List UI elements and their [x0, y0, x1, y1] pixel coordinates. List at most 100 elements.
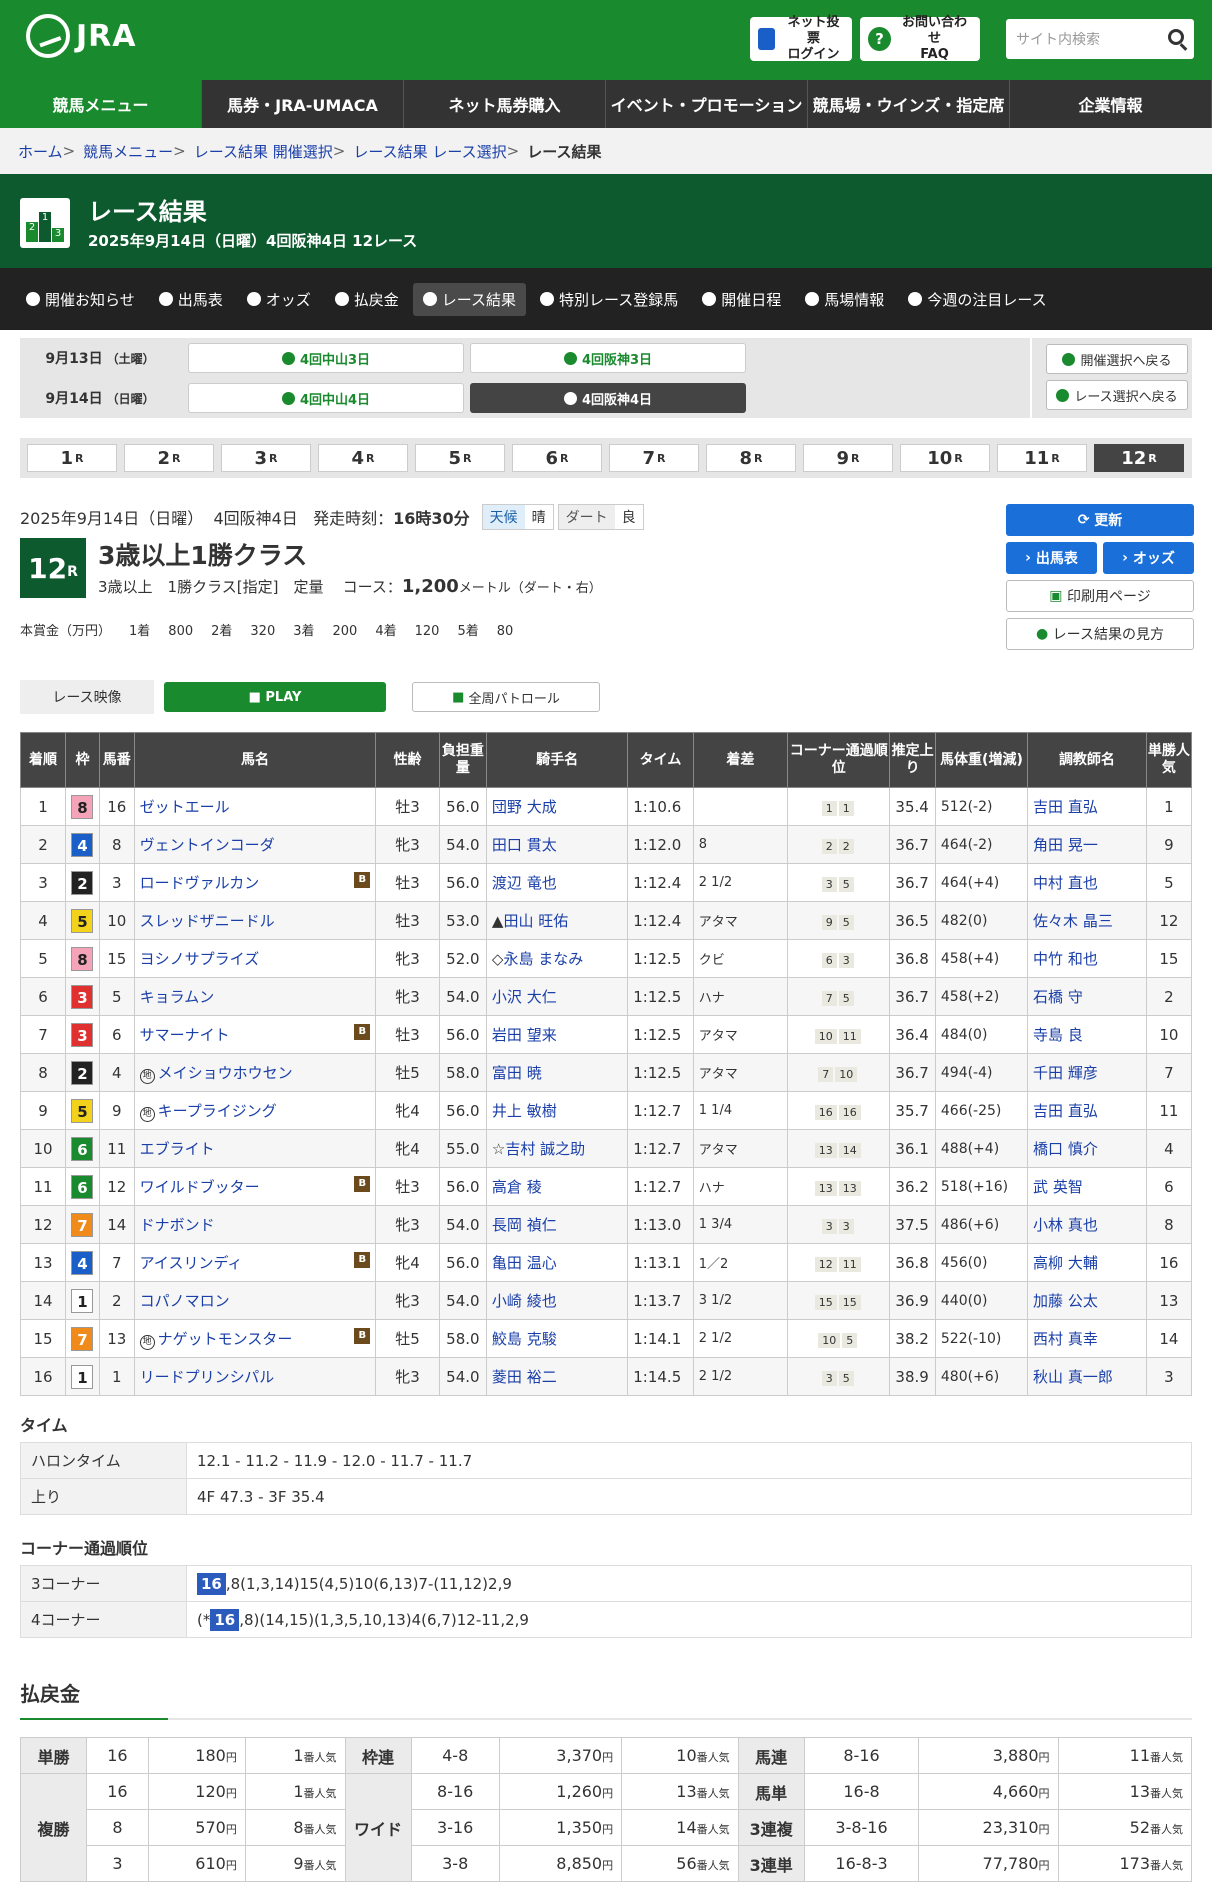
jockey-link[interactable]: 田口 貫太 [492, 836, 557, 854]
tab-item[interactable]: 今週の注目レース [898, 283, 1056, 316]
meet-button[interactable]: 4回中山3日 [188, 343, 464, 373]
back-to-race-button[interactable]: レース選択へ戻る [1046, 380, 1188, 410]
breadcrumb-item[interactable]: レース結果 開催選択 [194, 141, 333, 162]
horse-name-link[interactable]: リードプリンシパル [140, 1368, 275, 1386]
faq-button[interactable]: ? お問い合わせ FAQ [860, 15, 980, 62]
jockey-link[interactable]: 吉村 誠之助 [505, 1140, 585, 1158]
horse-name-link[interactable]: コパノマロン [140, 1292, 230, 1310]
jockey-link[interactable]: 団野 大成 [492, 798, 557, 816]
trainer-link[interactable]: 西村 真幸 [1033, 1330, 1098, 1348]
horse-name-link[interactable]: サマーナイト [140, 1026, 230, 1044]
tab-item[interactable]: レース結果 [412, 282, 527, 316]
trainer-link[interactable]: 佐々木 晶三 [1033, 912, 1113, 930]
race-11-button[interactable]: 11 R [997, 444, 1087, 472]
jockey-link[interactable]: 菱田 裕二 [492, 1368, 557, 1386]
trainer-link[interactable]: 中竹 和也 [1033, 950, 1098, 968]
tab-item[interactable]: 払戻金 [325, 283, 409, 316]
gnav-item[interactable]: ネット馬券購入 [404, 80, 606, 128]
trainer-link[interactable]: 小林 真也 [1033, 1216, 1098, 1234]
breadcrumb-item[interactable]: 競馬メニュー [83, 141, 173, 162]
race-4-button[interactable]: 4R [318, 444, 408, 472]
meet-button[interactable]: 4回阪神4日 [470, 383, 746, 413]
jockey-link[interactable]: 岩田 望来 [492, 1026, 557, 1044]
horse-name-link[interactable]: キープライジング [158, 1102, 277, 1120]
race-1-button[interactable]: 1R [27, 444, 117, 472]
odds-button[interactable]: › オッズ [1103, 542, 1194, 574]
gnav-item[interactable]: 競馬メニュー [0, 80, 202, 128]
trainer-link[interactable]: 武 英智 [1033, 1178, 1083, 1196]
trainer-link[interactable]: 橋口 慎介 [1033, 1140, 1098, 1158]
tab-item[interactable]: 開催日程 [692, 283, 791, 316]
tab-item[interactable]: 馬場情報 [795, 283, 894, 316]
jockey-link[interactable]: 永島 まなみ [503, 950, 583, 968]
race-2-button[interactable]: 2R [124, 444, 214, 472]
race-10-button[interactable]: 10 R [900, 444, 990, 472]
gnav-item[interactable]: 競馬場・ウインズ・指定席 [808, 80, 1010, 128]
trainer-link[interactable]: 千田 輝彦 [1033, 1064, 1098, 1082]
jra-logo[interactable]: JRA [26, 14, 136, 58]
gnav-item[interactable]: 馬券・JRA-UMACA [202, 80, 404, 128]
horse-name-link[interactable]: ゼットエール [140, 798, 230, 816]
trainer-link[interactable]: 吉田 直弘 [1033, 1102, 1098, 1120]
trainer-link[interactable]: 高柳 大輔 [1033, 1254, 1098, 1272]
horse-name-link[interactable]: キョラムン [140, 988, 215, 1006]
popularity: 16 [1145, 1243, 1193, 1282]
race-5-button[interactable]: 5R [415, 444, 505, 472]
horse-name-link[interactable]: ドナボンド [140, 1216, 215, 1234]
patrol-button[interactable]: ■ 全周パトロール [412, 682, 600, 712]
race-9-button[interactable]: 9R [803, 444, 893, 472]
meet-button[interactable]: 4回阪神3日 [470, 343, 746, 373]
jockey-link[interactable]: 長岡 禎仁 [492, 1216, 557, 1234]
jockey-link[interactable]: 亀田 温心 [492, 1254, 557, 1272]
meet-button[interactable]: 4回中山4日 [188, 383, 464, 413]
back-to-meet-button[interactable]: 開催選択へ戻る [1046, 344, 1188, 374]
tab-item[interactable]: 出馬表 [149, 283, 233, 316]
entries-button[interactable]: › 出馬表 [1006, 542, 1097, 574]
breadcrumb-item[interactable]: ホーム [18, 141, 63, 162]
tab-item[interactable]: 特別レース登録馬 [530, 283, 688, 316]
guide-button[interactable]: ● レース結果の見方 [1006, 618, 1194, 650]
breadcrumb-item[interactable]: レース結果 レース選択 [353, 141, 506, 162]
horse-name-link[interactable]: ヴェントインコーダ [140, 836, 275, 854]
update-button[interactable]: ⟳ 更新 [1006, 504, 1194, 536]
site-search-input[interactable]: サイト内検索 [1006, 19, 1194, 59]
jockey-link[interactable]: 高倉 稜 [492, 1178, 542, 1196]
race-3-button[interactable]: 3R [221, 444, 311, 472]
race-8-button[interactable]: 8R [706, 444, 796, 472]
trainer-link[interactable]: 吉田 直弘 [1033, 798, 1098, 816]
trainer-link[interactable]: 寺島 良 [1033, 1026, 1083, 1044]
trainer-link[interactable]: 中村 直也 [1033, 874, 1098, 892]
horse-name-link[interactable]: ワイルドブッター [140, 1178, 260, 1196]
horse-name-link[interactable]: メイショウホウセン [158, 1064, 293, 1082]
tab-item[interactable]: 開催お知らせ [16, 283, 145, 316]
jockey-link[interactable]: 渡辺 竜也 [492, 874, 557, 892]
race-7-button[interactable]: 7R [609, 444, 699, 472]
horse-name-link[interactable]: ナゲットモンスター [158, 1330, 293, 1348]
table-row: 15 7 13 B 地ナゲットモンスター 牡5 58.0 鮫島 克駿 1:14.1 2 1/2 10… [19, 1319, 1193, 1358]
jockey-link[interactable]: 富田 暁 [492, 1064, 542, 1082]
horse-name-link[interactable]: スレッドザニードル [140, 912, 275, 930]
trainer-link[interactable]: 加藤 公太 [1033, 1292, 1098, 1310]
gnav-item[interactable]: イベント・プロモーション [606, 80, 808, 128]
horse-name-link[interactable]: エブライト [140, 1140, 215, 1158]
search-icon[interactable] [1168, 29, 1184, 45]
print-button[interactable]: ▣ 印刷用ページ [1006, 580, 1194, 612]
gnav-item[interactable]: 企業情報 [1010, 80, 1212, 128]
trainer-link[interactable]: 角田 晃一 [1033, 836, 1098, 854]
trainer-link[interactable]: 秋山 真一郎 [1033, 1368, 1113, 1386]
login-button[interactable]: ネット投票 ログイン [750, 15, 852, 62]
weight-carried: 58.0 [438, 1053, 487, 1092]
race-6-button[interactable]: 6R [512, 444, 602, 472]
trainer-link[interactable]: 石橋 守 [1033, 988, 1083, 1006]
jockey-link[interactable]: 井上 敏樹 [492, 1102, 557, 1120]
jockey-link[interactable]: 田山 旺佑 [503, 912, 568, 930]
jockey-link[interactable]: 鮫島 克駿 [492, 1330, 557, 1348]
horse-name-link[interactable]: ロードヴァルカン [140, 874, 260, 892]
play-button[interactable]: ■ PLAY [164, 682, 386, 712]
tab-item[interactable]: オッズ [237, 283, 321, 316]
jockey-link[interactable]: 小沢 大仁 [492, 988, 557, 1006]
jockey-link[interactable]: 小崎 綾也 [492, 1292, 557, 1310]
horse-name-link[interactable]: アイスリンディ [140, 1254, 243, 1272]
race-12-button[interactable]: 12 R [1094, 444, 1184, 472]
horse-name-link[interactable]: ヨシノサプライズ [140, 950, 260, 968]
